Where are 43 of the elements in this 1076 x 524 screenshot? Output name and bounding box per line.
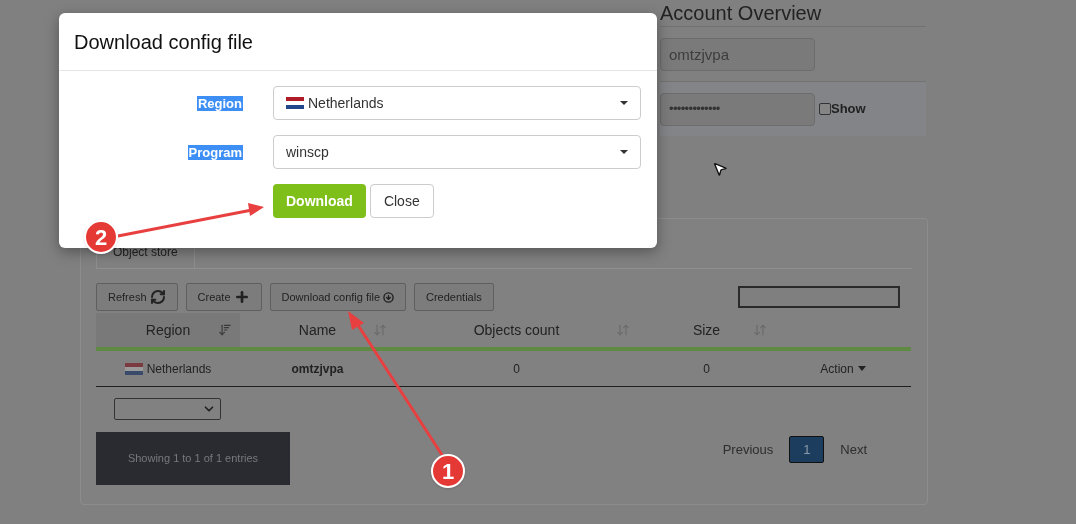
account-overview-title: Account Overview bbox=[660, 0, 926, 27]
table-cell-text: omtzjvpa bbox=[290, 360, 345, 378]
sort-icon bbox=[218, 323, 232, 337]
toolbar-button[interactable]: Credentials bbox=[414, 283, 494, 311]
select-value: winscp bbox=[286, 142, 329, 162]
caret-icon bbox=[620, 101, 628, 105]
download-icon bbox=[383, 291, 394, 303]
username-field[interactable]: omtzjvpa bbox=[660, 37, 815, 71]
show-password-label: Show bbox=[831, 100, 866, 119]
column-header[interactable]: Size bbox=[638, 313, 775, 347]
plus-icon bbox=[233, 289, 250, 305]
action-dropdown[interactable]: Action bbox=[820, 359, 866, 378]
close-button[interactable]: Close bbox=[369, 184, 434, 218]
search-field[interactable] bbox=[738, 286, 900, 308]
netherlands-flag-icon bbox=[286, 97, 304, 109]
page-size-select[interactable] bbox=[114, 398, 221, 420]
page-button[interactable]: 1 bbox=[789, 436, 825, 463]
download-button[interactable]: Download bbox=[273, 184, 366, 218]
field-label: Program bbox=[187, 144, 243, 160]
field-label: Region bbox=[196, 95, 243, 111]
show-password-checkbox[interactable] bbox=[819, 103, 831, 115]
column-header[interactable]: Objects count bbox=[395, 313, 638, 347]
toolbar-button[interactable]: Refresh bbox=[96, 283, 178, 311]
caret-icon bbox=[857, 366, 866, 371]
entries-info: Showing 1 to 1 of 1 entries bbox=[96, 432, 290, 485]
select-value: Netherlands bbox=[308, 93, 384, 113]
pagination-link[interactable]: Previous bbox=[718, 439, 778, 460]
column-header[interactable]: Name bbox=[240, 313, 395, 347]
select-field[interactable]: winscp bbox=[273, 135, 641, 169]
toolbar-button[interactable]: Download config file bbox=[269, 283, 406, 311]
column-header[interactable]: Region bbox=[96, 313, 240, 347]
table-cell-text: 0 bbox=[512, 360, 521, 378]
refresh-icon bbox=[149, 289, 166, 305]
password-field[interactable]: ••••••••••••• bbox=[660, 92, 815, 126]
caret-icon bbox=[620, 150, 628, 154]
table-cell-text: 0 bbox=[702, 360, 711, 378]
netherlands-flag-icon bbox=[124, 362, 143, 375]
toolbar-button[interactable]: Create bbox=[185, 283, 262, 311]
dialog-title: Download config file bbox=[74, 29, 253, 55]
mouse-pointer-icon bbox=[712, 161, 728, 177]
select-field[interactable]: Netherlands bbox=[273, 86, 641, 120]
pagination-link[interactable]: Next bbox=[836, 439, 871, 460]
table-cell-text: Netherlands bbox=[146, 360, 212, 378]
